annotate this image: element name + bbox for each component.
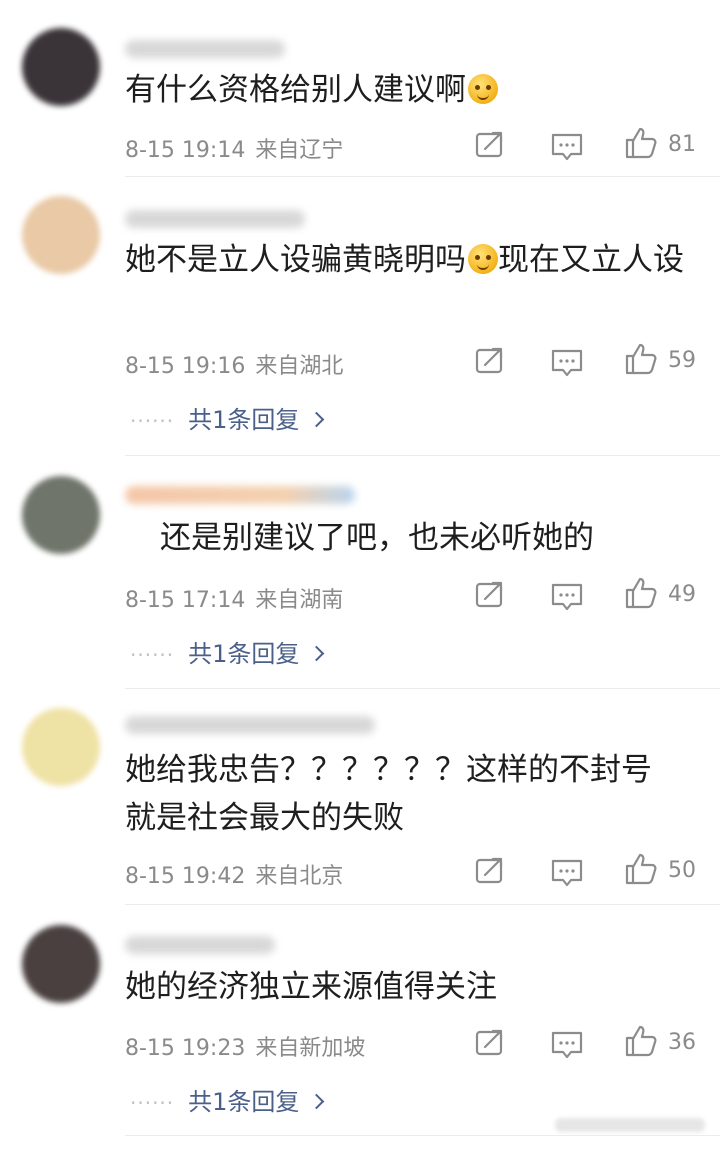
avatar[interactable]	[22, 196, 100, 274]
comment-location: 来自北京	[255, 864, 344, 889]
like-count: 36	[668, 1030, 696, 1055]
comment-date: 8-15 19:42	[125, 864, 246, 889]
avatar[interactable]	[22, 708, 100, 786]
username[interactable]	[125, 210, 305, 228]
comment-text-cont: 现在又立人设	[498, 242, 684, 278]
comment-icon[interactable]	[550, 346, 584, 380]
comment-text-main: 她的经济独立来源值得关注	[125, 969, 497, 1005]
like-count: 59	[668, 348, 696, 373]
comment-text-main: 有什么资格给别人建议啊	[125, 72, 466, 108]
comment-date: 8-15 19:14	[125, 138, 246, 163]
username[interactable]	[125, 716, 375, 734]
like-count: 81	[668, 132, 696, 157]
divider	[125, 688, 720, 689]
comment-icon[interactable]	[550, 1028, 584, 1062]
comment-location: 来自湖南	[255, 588, 344, 613]
username[interactable]	[125, 936, 275, 954]
share-icon[interactable]	[473, 1026, 507, 1060]
comment-text-main: 她不是立人设骗黄晓明吗	[125, 242, 466, 278]
avatar[interactable]	[22, 28, 100, 106]
username[interactable]	[125, 40, 285, 58]
watermark	[555, 1118, 705, 1132]
comment-meta: 8-15 19:14 来自辽宁	[125, 132, 343, 164]
chevron-right-icon	[309, 411, 325, 428]
avatar[interactable]	[22, 476, 100, 554]
reply-count: 共1条回复	[188, 1088, 300, 1116]
avatar[interactable]	[22, 925, 100, 1003]
thumbs-up-icon[interactable]	[624, 126, 658, 160]
comment-meta: 8-15 19:16 来自湖北	[125, 348, 343, 380]
reply-dots: ······	[130, 1091, 175, 1115]
comment-icon[interactable]	[550, 580, 584, 614]
reply-count: 共1条回复	[188, 406, 300, 434]
like-count: 49	[668, 582, 696, 607]
divider	[125, 176, 720, 177]
view-replies-link[interactable]: ······ 共1条回复	[130, 1082, 325, 1117]
comment-text: 有什么资格给别人建议啊	[125, 66, 685, 114]
comment-text: 还是别建议了吧，也未必听她的	[160, 514, 720, 562]
share-icon[interactable]	[473, 854, 507, 888]
dizzy-smile-face-icon	[468, 244, 498, 274]
comment-text-main: 还是别建议了吧，也未必听她的	[160, 520, 594, 556]
chevron-right-icon	[309, 1093, 325, 1110]
divider	[125, 1135, 720, 1136]
comment-date: 8-15 19:23	[125, 1036, 246, 1061]
comment-text: 她的经济独立来源值得关注	[125, 963, 685, 1011]
view-replies-link[interactable]: ······ 共1条回复	[130, 400, 325, 435]
thumbs-up-icon[interactable]	[624, 342, 658, 376]
comment-text: 她不是立人设骗黄晓明吗 现在又立人设	[125, 236, 685, 284]
like-count: 50	[668, 858, 696, 883]
view-replies-link[interactable]: ······ 共1条回复	[130, 634, 325, 669]
divider	[125, 455, 720, 456]
comment-date: 8-15 17:14	[125, 588, 246, 613]
share-icon[interactable]	[473, 344, 507, 378]
divider	[125, 904, 720, 905]
thumbs-up-icon[interactable]	[624, 852, 658, 886]
thinking-face-icon	[468, 74, 498, 104]
comment-location: 来自辽宁	[255, 138, 344, 163]
username[interactable]	[125, 486, 355, 504]
comment-text-main: 她给我忠告？？？？？？这样的不封号就是社会最大的失败	[125, 752, 652, 836]
reply-dots: ······	[130, 643, 175, 667]
chevron-right-icon	[309, 645, 325, 662]
comment-icon[interactable]	[550, 130, 584, 164]
comment-meta: 8-15 19:42 来自北京	[125, 858, 343, 890]
thumbs-up-icon[interactable]	[624, 1024, 658, 1058]
thumbs-up-icon[interactable]	[624, 576, 658, 610]
reply-count: 共1条回复	[188, 640, 300, 668]
comment-icon[interactable]	[550, 856, 584, 890]
comment-meta: 8-15 17:14 来自湖南	[125, 582, 343, 614]
reply-dots: ······	[130, 409, 175, 433]
comment-meta: 8-15 19:23 来自新加坡	[125, 1030, 365, 1062]
share-icon[interactable]	[473, 578, 507, 612]
comment-location: 来自新加坡	[255, 1036, 366, 1061]
comment-text: 她给我忠告？？？？？？这样的不封号就是社会最大的失败	[125, 746, 680, 842]
comment-date: 8-15 19:16	[125, 354, 246, 379]
comment-location: 来自湖北	[255, 354, 344, 379]
share-icon[interactable]	[473, 128, 507, 162]
